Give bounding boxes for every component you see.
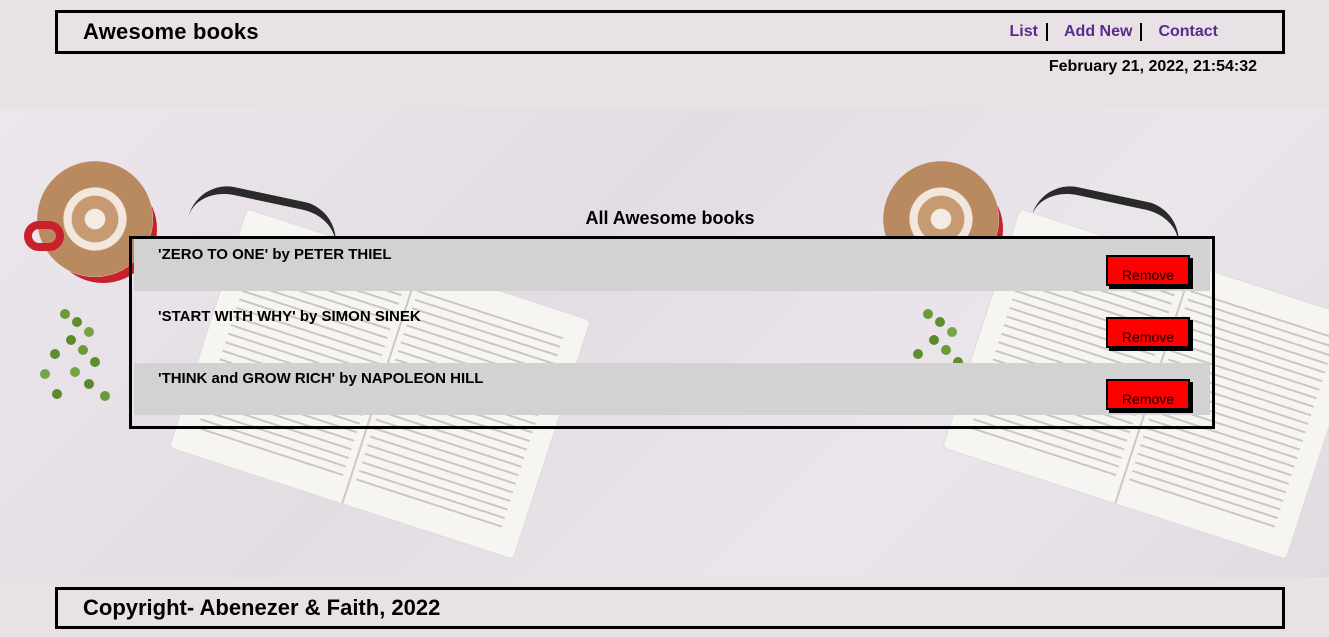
site-footer: Copyright- Abenezer & Faith, 2022 bbox=[55, 587, 1285, 629]
book-row: 'THINK and GROW RICH' by NAPOLEON HILL R… bbox=[134, 363, 1210, 415]
nav-link-list[interactable]: List bbox=[1002, 23, 1048, 41]
nav-link-contact[interactable]: Contact bbox=[1142, 23, 1218, 41]
book-row: 'START WITH WHY' by SIMON SINEK Remove bbox=[134, 301, 1210, 353]
brand-title: Awesome books bbox=[83, 19, 259, 44]
current-datetime: February 21, 2022, 21:54:32 bbox=[1048, 58, 1257, 75]
book-list: 'ZERO TO ONE' by PETER THIEL Remove 'STA… bbox=[129, 236, 1215, 429]
remove-button[interactable]: Remove bbox=[1106, 255, 1190, 286]
site-header: Awesome books List Add New Contact bbox=[55, 10, 1285, 54]
remove-button[interactable]: Remove bbox=[1106, 379, 1190, 410]
book-entry-text: 'START WITH WHY' by SIMON SINEK bbox=[158, 308, 421, 325]
book-entry-text: 'THINK and GROW RICH' by NAPOLEON HILL bbox=[158, 370, 484, 387]
book-row: 'ZERO TO ONE' by PETER THIEL Remove bbox=[134, 239, 1210, 291]
copyright-text: Copyright- Abenezer & Faith, 2022 bbox=[83, 595, 441, 620]
book-entry-text: 'ZERO TO ONE' by PETER THIEL bbox=[158, 246, 392, 263]
remove-button[interactable]: Remove bbox=[1106, 317, 1190, 348]
main-nav: List Add New Contact bbox=[1002, 23, 1218, 41]
plant-icon bbox=[60, 309, 70, 319]
nav-link-add-new[interactable]: Add New bbox=[1048, 23, 1143, 41]
section-title: All Awesome books bbox=[585, 208, 755, 228]
